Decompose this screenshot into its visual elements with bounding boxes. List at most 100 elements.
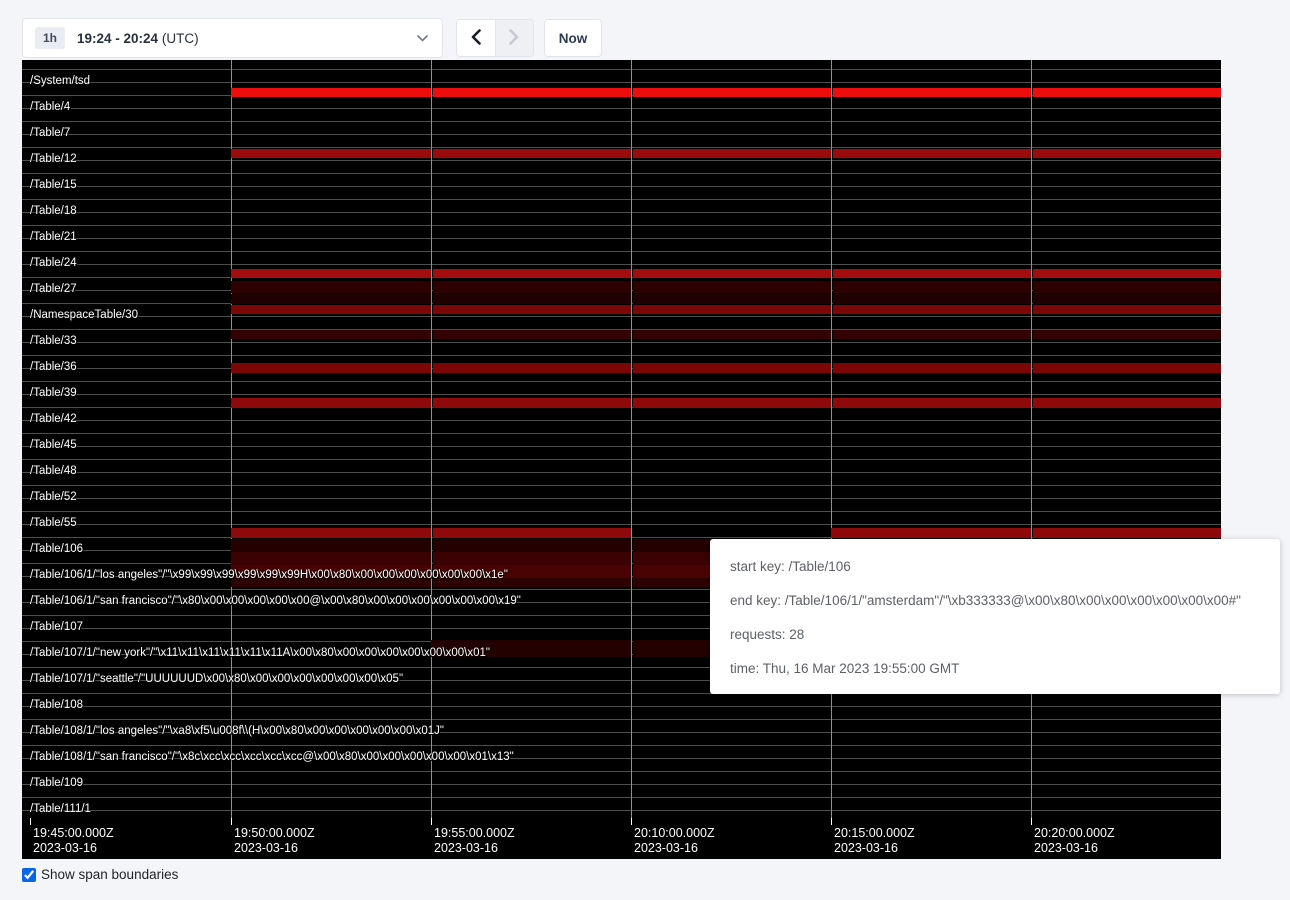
h-gridline xyxy=(22,719,1221,720)
h-gridline xyxy=(22,420,1221,421)
heat-band[interactable] xyxy=(433,539,631,552)
chevron-left-icon xyxy=(471,29,481,48)
tooltip-line: time: Thu, 16 Mar 2023 19:55:00 GMT xyxy=(730,652,1260,686)
prev-range-button[interactable] xyxy=(457,20,495,56)
heat-band[interactable] xyxy=(833,398,1031,408)
range-duration-badge: 1h xyxy=(35,27,65,49)
heat-band[interactable] xyxy=(433,330,631,339)
heat-band[interactable] xyxy=(433,528,631,538)
heat-band[interactable] xyxy=(833,363,1031,373)
heat-band[interactable] xyxy=(1033,305,1221,314)
axis-tick-label: 19:55:00.000Z2023-03-16 xyxy=(434,826,515,856)
heat-band[interactable] xyxy=(833,269,1031,278)
heat-band[interactable] xyxy=(1033,149,1221,158)
h-gridline xyxy=(22,472,1221,473)
row-label: /Table/4 xyxy=(30,101,70,113)
row-label: /Table/107 xyxy=(30,621,83,633)
show-span-boundaries-control[interactable]: Show span boundaries xyxy=(22,867,178,882)
h-gridline xyxy=(22,511,1221,512)
heat-band[interactable] xyxy=(433,552,631,565)
heat-band[interactable] xyxy=(231,269,431,278)
time-range-label: 19:24 - 20:24 (UTC) xyxy=(77,31,199,46)
heat-band[interactable] xyxy=(231,539,431,552)
now-button[interactable]: Now xyxy=(544,19,602,57)
row-label: /Table/7 xyxy=(30,127,70,139)
heat-band[interactable] xyxy=(433,269,631,278)
heat-band[interactable] xyxy=(231,305,431,314)
heat-band[interactable] xyxy=(633,398,831,408)
row-label: /Table/106/1/"san francisco"/"\x80\x00\x… xyxy=(30,595,521,607)
heat-band[interactable] xyxy=(633,330,831,339)
heat-band[interactable] xyxy=(231,281,431,293)
heat-band[interactable] xyxy=(433,149,631,158)
heatmap-canvas[interactable]: /System/tsd/Table/4/Table/7/Table/12/Tab… xyxy=(22,60,1221,818)
heat-band[interactable] xyxy=(1033,294,1221,304)
heat-band[interactable] xyxy=(433,294,631,304)
h-gridline xyxy=(22,433,1221,434)
row-label: /NamespaceTable/30 xyxy=(30,309,138,321)
key-visualizer-chart: /System/tsd/Table/4/Table/7/Table/12/Tab… xyxy=(22,60,1221,859)
heat-band[interactable] xyxy=(633,294,831,304)
heat-band[interactable] xyxy=(231,363,431,373)
h-gridline xyxy=(22,381,1221,382)
heat-band[interactable] xyxy=(231,528,431,538)
heat-band[interactable] xyxy=(231,149,431,158)
row-label: /Table/107/1/"seattle"/"UUUUUUD\x00\x80\… xyxy=(30,673,403,685)
v-gridline xyxy=(831,60,832,818)
heat-band[interactable] xyxy=(1033,269,1221,278)
time-range-selector[interactable]: 1h 19:24 - 20:24 (UTC) xyxy=(22,18,443,58)
chevron-right-icon xyxy=(509,29,519,48)
heat-band[interactable] xyxy=(231,398,431,408)
heat-band[interactable] xyxy=(633,269,831,278)
heat-band[interactable] xyxy=(833,281,1031,293)
next-range-button[interactable] xyxy=(495,20,534,56)
h-gridline xyxy=(22,160,1221,161)
h-gridline xyxy=(22,498,1221,499)
h-gridline xyxy=(22,82,1221,83)
row-label: /Table/106/1/"los angeles"/"\x99\x99\x99… xyxy=(30,569,508,581)
h-gridline xyxy=(22,394,1221,395)
heat-band[interactable] xyxy=(231,330,431,339)
heat-band[interactable] xyxy=(833,330,1031,339)
hover-tooltip: start key: /Table/106end key: /Table/106… xyxy=(710,539,1280,694)
axis-tick-label: 19:50:00.000Z2023-03-16 xyxy=(234,826,315,856)
heat-band[interactable] xyxy=(833,88,1031,97)
h-gridline xyxy=(22,355,1221,356)
v-gridline xyxy=(1031,60,1032,818)
chevron-down-icon xyxy=(417,35,428,42)
axis-tick-label: 20:15:00.000Z2023-03-16 xyxy=(834,826,915,856)
heat-band[interactable] xyxy=(833,294,1031,304)
heat-band[interactable] xyxy=(833,149,1031,158)
h-gridline xyxy=(22,108,1221,109)
heat-band[interactable] xyxy=(633,149,831,158)
heat-band[interactable] xyxy=(1033,330,1221,339)
heat-band[interactable] xyxy=(1033,363,1221,373)
heat-band[interactable] xyxy=(633,363,831,373)
heat-band[interactable] xyxy=(833,305,1031,314)
heat-band[interactable] xyxy=(433,88,631,97)
heat-band[interactable] xyxy=(231,552,431,565)
heat-band[interactable] xyxy=(231,88,431,97)
heat-band[interactable] xyxy=(633,281,831,293)
heat-band[interactable] xyxy=(633,305,831,314)
h-gridline xyxy=(22,147,1221,148)
heat-band[interactable] xyxy=(633,88,831,97)
heat-band[interactable] xyxy=(231,294,431,304)
heat-band[interactable] xyxy=(1033,281,1221,293)
heat-band[interactable] xyxy=(433,305,631,314)
h-gridline xyxy=(22,485,1221,486)
heat-band[interactable] xyxy=(1033,398,1221,408)
heat-band[interactable] xyxy=(433,363,631,373)
h-gridline xyxy=(22,459,1221,460)
heat-band[interactable] xyxy=(831,528,1031,538)
heat-band[interactable] xyxy=(433,398,631,408)
heat-band[interactable] xyxy=(433,281,631,293)
time-range-nav xyxy=(456,19,534,57)
row-label: /Table/39 xyxy=(30,387,77,399)
heat-band[interactable] xyxy=(1033,88,1221,97)
h-gridline xyxy=(22,251,1221,252)
h-gridline xyxy=(22,212,1221,213)
h-gridline xyxy=(22,524,1221,525)
heat-band[interactable] xyxy=(1033,528,1221,538)
show-span-boundaries-checkbox[interactable] xyxy=(22,868,36,882)
